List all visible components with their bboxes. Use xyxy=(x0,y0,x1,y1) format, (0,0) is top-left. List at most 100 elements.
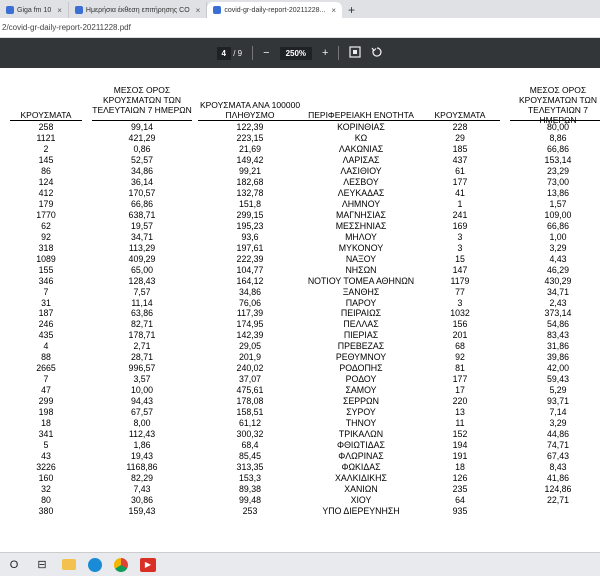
cell-region: ΣΑΜΟΥ xyxy=(345,385,377,396)
cell-cases-right: 177 xyxy=(452,374,468,385)
browser-tab[interactable]: Giga fm 10 × xyxy=(0,2,69,18)
cell-avg-right: 1,57 xyxy=(549,198,567,209)
cell-avg-right: 373,14 xyxy=(544,308,572,319)
cell-avg-right: 4,43 xyxy=(549,253,567,264)
file-explorer-icon[interactable] xyxy=(62,559,76,570)
cell-per-100k: 29,05 xyxy=(238,341,261,352)
cell-avg-right: 66,86 xyxy=(546,220,569,231)
zoom-in-button[interactable]: + xyxy=(322,47,328,59)
rotate-icon[interactable] xyxy=(371,46,383,61)
cell-region: ΡΕΘΥΜΝΟΥ xyxy=(335,352,387,363)
cell-cases-left: 3226 xyxy=(36,462,56,473)
cell-per-100k: 151,8 xyxy=(238,198,261,209)
cell-avg-left: 8,00 xyxy=(133,418,151,429)
header-underline xyxy=(10,120,82,121)
cell-cases-right: 92 xyxy=(455,352,465,363)
cell-per-100k: 178,08 xyxy=(236,396,264,407)
cell-per-100k: 475,61 xyxy=(236,385,264,396)
cell-region: ΠΕΛΛΑΣ xyxy=(343,319,379,330)
edge-browser-icon[interactable] xyxy=(88,557,102,572)
cell-cases-left: 155 xyxy=(38,264,54,275)
table-row: 124 36,14 182,68 ΛΕΣΒΟΥ 177 73,00 xyxy=(0,177,600,188)
cell-region: ΚΟΡΙΝΘΙΑΣ xyxy=(337,122,385,132)
table-row: 299 94,43 178,08 ΣΕΡΡΩΝ 220 93,71 xyxy=(0,396,600,407)
cell-avg-left: 34,71 xyxy=(130,231,153,242)
start-icon[interactable]: O xyxy=(6,557,22,573)
table-row: 2 0,86 21,69 ΛΑΚΩΝΙΑΣ 185 66,86 xyxy=(0,144,600,155)
fit-page-icon[interactable] xyxy=(349,45,362,61)
cell-cases-right: 126 xyxy=(452,473,468,483)
cell-cases-right: 68 xyxy=(455,341,465,352)
cell-avg-left: 113,29 xyxy=(128,242,156,253)
address-bar[interactable]: 2/covid-gr-daily-report-20211228.pdf xyxy=(0,18,600,38)
cell-avg-right: 3,29 xyxy=(549,242,567,253)
task-view-icon[interactable]: ⊟ xyxy=(34,557,50,573)
cell-cases-right: 201 xyxy=(452,330,468,341)
cell-cases-left: 246 xyxy=(38,319,54,330)
cell-avg-right: 80,00 xyxy=(546,122,569,132)
cell-cases-right: 228 xyxy=(452,122,468,132)
cell-cases-right: 64 xyxy=(455,494,465,505)
cell-avg-right: 124,86 xyxy=(544,483,572,494)
header-underline xyxy=(92,120,192,121)
cell-avg-left: 65,00 xyxy=(130,264,153,275)
cell-cases-right: 11 xyxy=(455,418,465,429)
new-tab-button[interactable]: + xyxy=(342,2,361,18)
tab-close-icon[interactable]: × xyxy=(331,6,336,15)
page-current-input[interactable]: 4 xyxy=(216,46,231,60)
cell-avg-left: 67,57 xyxy=(130,407,153,418)
cell-region: ΦΩΚΙΔΑΣ xyxy=(341,462,381,473)
table-row: 179 66,86 151,8 ΛΗΜΝΟΥ 1 1,57 xyxy=(0,199,600,210)
tab-close-icon[interactable]: × xyxy=(196,6,201,15)
cell-avg-left: 112,43 xyxy=(128,429,156,440)
cell-region: ΛΑΚΩΝΙΑΣ xyxy=(338,143,384,154)
cell-avg-left: 2,71 xyxy=(133,341,151,352)
os-taskbar: O ⊟ ▶ xyxy=(0,552,600,576)
cell-cases-left: 1770 xyxy=(36,209,56,220)
chrome-browser-icon[interactable] xyxy=(114,557,128,572)
cell-cases-left: 160 xyxy=(38,473,54,483)
cell-per-100k: 142,39 xyxy=(236,330,264,341)
cell-cases-right: 13 xyxy=(455,407,465,418)
media-app-icon[interactable]: ▶ xyxy=(140,557,156,572)
cell-avg-right: 31,86 xyxy=(546,341,569,352)
cell-region: ΡΟΔΟΥ xyxy=(345,374,377,385)
cell-per-100k: 89,38 xyxy=(238,483,261,494)
cell-per-100k: 253 xyxy=(242,505,258,516)
cell-avg-right: 1,00 xyxy=(549,231,567,242)
cell-cases-left: 43 xyxy=(41,451,51,462)
cell-avg-left: 409,29 xyxy=(128,253,156,264)
cell-cases-left: 32 xyxy=(41,483,51,494)
cell-cases-right: 241 xyxy=(452,209,468,220)
page-indicator[interactable]: 4 / 9 xyxy=(216,46,242,60)
cell-avg-right: 8,86 xyxy=(549,132,567,143)
cell-cases-right: 3 xyxy=(457,297,463,308)
cell-region: ΤΡΙΚΑΛΩΝ xyxy=(338,429,384,440)
cell-region: ΚΩ xyxy=(354,132,368,143)
cell-cases-right: 17 xyxy=(455,385,465,396)
zoom-level-input[interactable]: 250% xyxy=(279,46,313,60)
cell-region: ΛΕΣΒΟΥ xyxy=(343,176,379,187)
cell-per-100k: 68,4 xyxy=(241,440,259,451)
cell-avg-left: 11,14 xyxy=(131,297,153,308)
tab-close-icon[interactable]: × xyxy=(57,6,62,15)
cell-avg-right: 42,00 xyxy=(546,363,569,374)
cell-cases-right: 1032 xyxy=(450,308,470,319)
cell-avg-right: 39,86 xyxy=(546,352,569,363)
browser-tab-strip: Giga fm 10 × Ημερήσια έκθεση επιτήρησης CO… xyxy=(0,0,600,18)
cell-avg-right: 22,71 xyxy=(546,494,569,505)
cell-avg-left: 159,43 xyxy=(128,505,156,516)
cell-cases-right: 152 xyxy=(452,429,468,440)
cell-avg-right: 430,29 xyxy=(544,275,572,286)
cell-cases-left: 92 xyxy=(41,231,51,242)
table-row: 435 178,71 142,39 ΠΙΕΡΙΑΣ 201 83,43 xyxy=(0,330,600,341)
table-row: 2665 996,57 240,02 ΡΟΔΟΠΗΣ 81 42,00 xyxy=(0,363,600,374)
cell-avg-right: 5,29 xyxy=(549,385,567,396)
browser-tab[interactable]: Ημερήσια έκθεση επιτήρησης CO × xyxy=(69,2,208,18)
cell-cases-left: 179 xyxy=(38,198,54,209)
browser-tab[interactable]: covid-gr-daily-report-20211228... × xyxy=(207,2,343,18)
cell-region: ΠΕΙΡΑΙΩΣ xyxy=(340,308,382,319)
zoom-out-button[interactable]: − xyxy=(263,47,269,59)
tab-favicon-icon xyxy=(74,6,83,14)
cell-cases-right: 18 xyxy=(455,462,465,473)
